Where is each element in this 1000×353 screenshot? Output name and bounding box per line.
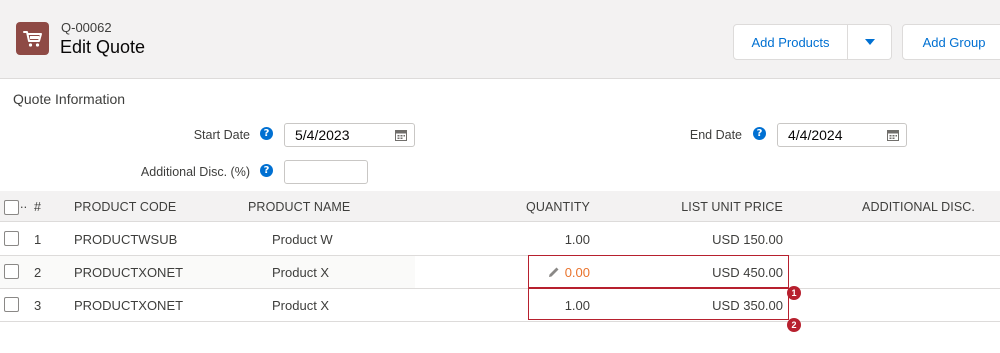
quantity-column-header[interactable]: QUANTITY <box>500 200 590 214</box>
calendar-icon[interactable] <box>887 129 899 141</box>
annotation-badge: 2 <box>787 318 801 332</box>
end-date-field[interactable]: 4/4/2024 <box>777 123 907 147</box>
product-code-cell: PRODUCTWSUB <box>74 232 178 247</box>
additional-disc-field[interactable] <box>284 160 368 184</box>
help-icon[interactable]: ? <box>753 127 766 140</box>
page-title: Edit Quote <box>60 37 146 57</box>
product-name-column-header[interactable]: PRODUCT NAME <box>248 200 350 214</box>
list-unit-price-column-header[interactable]: LIST UNIT PRICE <box>640 200 783 214</box>
select-column-header: .. <box>20 197 28 211</box>
section-title: Quote Information <box>13 91 126 107</box>
highlight-box <box>528 288 789 320</box>
product-code-cell: PRODUCTXONET <box>74 298 184 313</box>
product-name-cell: Product W <box>272 232 333 247</box>
row-index: 3 <box>34 298 42 313</box>
row-checkbox[interactable] <box>4 231 19 246</box>
calendar-icon[interactable] <box>395 129 407 141</box>
quantity-cell[interactable]: 1.00 <box>500 232 590 247</box>
row-index: 1 <box>34 232 42 247</box>
table-row[interactable]: 1 PRODUCTWSUB Product W 1.00 USD 150.00 <box>0 223 1000 256</box>
start-date-field[interactable]: 5/4/2023 <box>284 123 415 147</box>
quote-number: Q-00062 <box>61 20 112 35</box>
highlight-box <box>528 255 789 288</box>
end-date-value: 4/4/2024 <box>788 127 843 143</box>
add-group-button[interactable]: Add Group <box>902 24 1000 60</box>
row-checkbox[interactable] <box>4 264 19 279</box>
product-name-cell: Product X <box>272 298 330 313</box>
start-date-value: 5/4/2023 <box>295 127 350 143</box>
page-header: Q-00062 Edit Quote Add Products Add Grou… <box>0 0 1000 79</box>
cart-icon <box>16 22 49 55</box>
additional-disc-column-header[interactable]: ADDITIONAL DISC. <box>830 200 975 214</box>
annotation-badge: 1 <box>787 286 801 300</box>
select-all-checkbox[interactable] <box>4 200 19 215</box>
index-column-header: # <box>34 200 42 214</box>
help-icon[interactable]: ? <box>260 127 273 140</box>
add-products-button[interactable]: Add Products <box>733 24 848 60</box>
start-date-label: Start Date <box>193 128 250 142</box>
end-date-label: End Date <box>689 128 742 142</box>
table-row[interactable]: 2 PRODUCTXONET Product X 0.00 USD 450.00 <box>0 256 1000 289</box>
help-icon[interactable]: ? <box>260 164 273 177</box>
product-name-cell: Product X <box>272 265 330 280</box>
table-row[interactable]: 3 PRODUCTXONET Product X 1.00 USD 350.00 <box>0 289 1000 322</box>
product-code-cell: PRODUCTXONET <box>74 265 184 280</box>
add-products-menu-button[interactable] <box>847 24 892 60</box>
list-unit-price-cell: USD 150.00 <box>712 232 783 247</box>
grid-header: .. # PRODUCT CODE PRODUCT NAME QUANTITY … <box>0 191 1000 222</box>
additional-disc-label: Additional Disc. (%) <box>140 165 250 179</box>
chevron-down-icon <box>864 38 875 45</box>
product-code-column-header[interactable]: PRODUCT CODE <box>74 200 176 214</box>
row-index: 2 <box>34 265 42 280</box>
row-checkbox[interactable] <box>4 297 19 312</box>
